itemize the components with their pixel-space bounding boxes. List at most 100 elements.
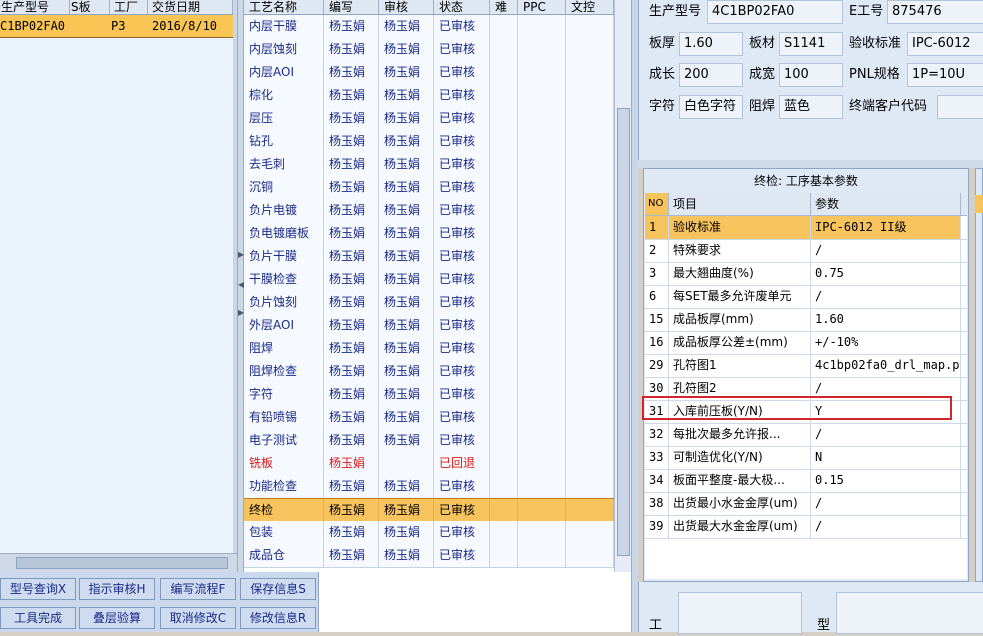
process-row[interactable]: 层压 杨玉娟 杨玉娟 已审核: [244, 107, 614, 131]
process-row[interactable]: 去毛刺 杨玉娟 杨玉娟 已审核: [244, 153, 614, 177]
cell-writer: 杨玉娟: [324, 499, 379, 522]
col-header-date[interactable]: 交货日期: [148, 0, 233, 14]
col-header-ppc[interactable]: PPC: [518, 0, 566, 14]
cell-process-name: 去毛刺: [244, 153, 324, 176]
material-field[interactable]: S1141: [779, 32, 843, 56]
process-row[interactable]: 负电镀磨板 杨玉娟 杨玉娟 已审核: [244, 222, 614, 246]
col-header-no[interactable]: NO: [645, 193, 669, 215]
col-header-process[interactable]: 工艺名称: [244, 0, 324, 14]
cancel-edit-button[interactable]: 取消修改C: [160, 607, 236, 629]
customer-code-field[interactable]: [937, 95, 983, 119]
mask-field[interactable]: 蓝色: [779, 95, 843, 119]
cell-writer: 杨玉娟: [324, 383, 379, 406]
cell-doc-control: [566, 475, 614, 498]
col-header-value[interactable]: 参数: [811, 193, 961, 215]
model-list-pane: 生产型号 S板 工厂 交货日期 C1BP02FA0 P3 2016/8/10: [0, 0, 237, 572]
model-query-button[interactable]: 型号查询X: [0, 578, 76, 600]
process-row[interactable]: 功能检查 杨玉娟 杨玉娟 已审核: [244, 475, 614, 499]
cell-value: /: [811, 377, 961, 400]
process-row[interactable]: 内层蚀刻 杨玉娟 杨玉娟 已审核: [244, 38, 614, 62]
cell-status: 已审核: [434, 199, 490, 222]
review-instruction-button[interactable]: 指示审核H: [79, 578, 155, 600]
cell-ppc: [518, 61, 566, 84]
process-row[interactable]: 负片蚀刻 杨玉娟 杨玉娟 已审核: [244, 291, 614, 315]
cell-difficulty: [490, 130, 518, 153]
col-header-factory[interactable]: 工厂: [110, 0, 148, 14]
cell-reviewer: 杨玉娟: [379, 84, 434, 107]
length-field[interactable]: 200: [679, 63, 743, 87]
param-row[interactable]: 39 出货最大水金金厚(um) /: [645, 515, 967, 539]
col-header-sboard[interactable]: S板: [70, 0, 110, 14]
model-list-row[interactable]: C1BP02FA0 P3 2016/8/10: [0, 15, 233, 38]
process-row[interactable]: 铣板 杨玉娟 已回退: [244, 452, 614, 476]
modify-info-button[interactable]: 修改信息R: [240, 607, 316, 629]
param-row[interactable]: 1 验收标准 IPC-6012 II级: [645, 216, 967, 240]
process-row[interactable]: 钻孔 杨玉娟 杨玉娟 已审核: [244, 130, 614, 154]
eno-field[interactable]: 875476: [887, 0, 983, 24]
cell-ppc: [518, 521, 566, 544]
process-row[interactable]: 干膜检查 杨玉娟 杨玉娟 已审核: [244, 268, 614, 292]
cell-writer: 杨玉娟: [324, 130, 379, 153]
cell-difficulty: [490, 291, 518, 314]
process-grid-scroll-thumb[interactable]: [617, 108, 630, 556]
tool-complete-button[interactable]: 工具完成: [0, 607, 76, 629]
process-row[interactable]: 阻焊 杨玉娟 杨玉娟 已审核: [244, 337, 614, 361]
process-row[interactable]: 电子测试 杨玉娟 杨玉娟 已审核: [244, 429, 614, 453]
param-row[interactable]: 34 板面平整度-最大极... 0.15: [645, 469, 967, 493]
cell-value: /: [811, 515, 961, 538]
process-row[interactable]: 终检 杨玉娟 杨玉娟 已审核: [244, 498, 614, 523]
param-row[interactable]: 15 成品板厚(mm) 1.60: [645, 308, 967, 332]
cell-reviewer: 杨玉娟: [379, 337, 434, 360]
width-field[interactable]: 100: [779, 63, 843, 87]
cell-reviewer: 杨玉娟: [379, 475, 434, 498]
save-info-button[interactable]: 保存信息S: [240, 578, 316, 600]
process-row[interactable]: 负片干膜 杨玉娟 杨玉娟 已审核: [244, 245, 614, 269]
bottom-field-2[interactable]: [836, 592, 983, 634]
param-row[interactable]: 3 最大翘曲度(%) 0.75: [645, 262, 967, 286]
col-header-item[interactable]: 项目: [669, 193, 811, 215]
process-row[interactable]: 有铅喷锡 杨玉娟 杨玉娟 已审核: [244, 406, 614, 430]
param-row[interactable]: 33 可制造优化(Y/N) N: [645, 446, 967, 470]
col-header-writer[interactable]: 编写: [324, 0, 379, 14]
process-row[interactable]: 负片电镀 杨玉娟 杨玉娟 已审核: [244, 199, 614, 223]
col-header-difficulty[interactable]: 难: [490, 0, 518, 14]
thickness-field[interactable]: 1.60: [679, 32, 743, 56]
cell-no: 1: [645, 216, 669, 239]
param-row[interactable]: 16 成品板厚公差±(mm) +/-10%: [645, 331, 967, 355]
pane-splitter[interactable]: ▶ ◀ ▶: [237, 0, 244, 572]
param-row[interactable]: 29 孔符图1 4c1bp02fa0_drl_map.p: [645, 354, 967, 378]
param-row[interactable]: 30 孔符图2/: [645, 377, 967, 401]
col-header-model[interactable]: 生产型号: [0, 0, 70, 14]
process-row[interactable]: 内层干膜 杨玉娟 杨玉娟 已审核: [244, 15, 614, 39]
process-row[interactable]: 阻焊检查 杨玉娟 杨玉娟 已审核: [244, 360, 614, 384]
cell-process-name: 干膜检查: [244, 268, 324, 291]
col-header-status[interactable]: 状态: [434, 0, 490, 14]
process-row[interactable]: 内层AOI 杨玉娟 杨玉娟 已审核: [244, 61, 614, 85]
col-header-doc-control[interactable]: 文控: [566, 0, 614, 14]
stackup-check-button[interactable]: 叠层验算: [79, 607, 155, 629]
param-row[interactable]: 2 特殊要求 /: [645, 239, 967, 263]
cell-item: 孔符图2: [669, 377, 811, 400]
param-row[interactable]: 6 每SET最多允许废单元 /: [645, 285, 967, 309]
right-splitter[interactable]: [631, 0, 638, 632]
process-row[interactable]: 包装 杨玉娟 杨玉娟 已审核: [244, 521, 614, 545]
param-row[interactable]: 32 每批次最多允许报... /: [645, 423, 967, 447]
process-row[interactable]: 字符 杨玉娟 杨玉娟 已审核: [244, 383, 614, 407]
std-field[interactable]: IPC-6012: [907, 32, 983, 56]
process-row[interactable]: 成品仓 杨玉娟 杨玉娟 已审核: [244, 544, 614, 568]
bottom-field-1[interactable]: [678, 592, 802, 634]
param-row[interactable]: 31 入库前压板(Y/N) Y: [645, 400, 967, 424]
cell-reviewer: 杨玉娟: [379, 544, 434, 567]
col-header-reviewer[interactable]: 审核: [379, 0, 434, 14]
char-field[interactable]: 白色字符: [679, 95, 743, 119]
param-row[interactable]: 38 出货最小水金金厚(um) /: [645, 492, 967, 516]
edit-flow-button[interactable]: 编写流程F: [160, 578, 236, 600]
cell-process-name: 负电镀磨板: [244, 222, 324, 245]
pnl-field[interactable]: 1P=10U: [907, 63, 983, 87]
left-horizontal-scroll-thumb[interactable]: [16, 557, 228, 569]
process-row[interactable]: 外层AOI 杨玉娟 杨玉娟 已审核: [244, 314, 614, 338]
process-row[interactable]: 棕化 杨玉娟 杨玉娟 已审核: [244, 84, 614, 108]
process-row[interactable]: 沉铜 杨玉娟 杨玉娟 已审核: [244, 176, 614, 200]
model-field[interactable]: 4C1BP02FA0: [707, 0, 843, 24]
product-info-form: 生产型号 4C1BP02FA0 E工号 875476 板厚 1.60 板材 S1…: [638, 0, 983, 160]
